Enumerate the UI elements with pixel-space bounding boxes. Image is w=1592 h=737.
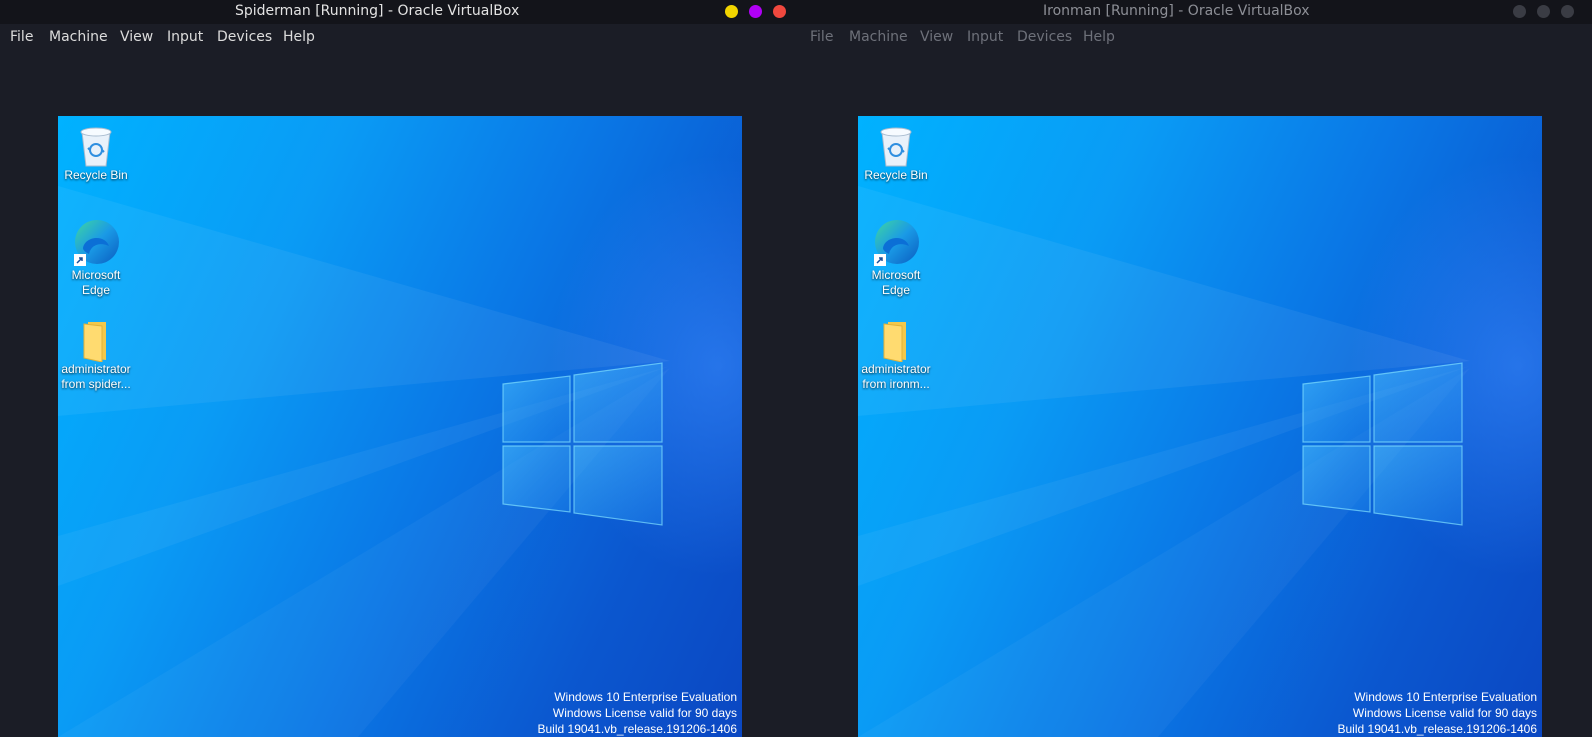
edge-label-line1: Microsoft	[71, 268, 121, 282]
close-button[interactable]	[773, 5, 786, 18]
title-bar[interactable]: Spiderman [Running] - Oracle VirtualBox	[0, 0, 796, 24]
windows-evaluation-watermark: Windows 10 Enterprise Evaluation Windows…	[1338, 689, 1538, 737]
recycle-bin-icon	[80, 127, 112, 167]
desktop-icon-recycle-bin[interactable]: Recycle Bin	[58, 124, 134, 183]
menu-input[interactable]: Input	[167, 29, 203, 45]
menu-help[interactable]: Help	[1083, 29, 1115, 45]
watermark-line: Build 19041.vb_release.191206-1406	[537, 722, 738, 736]
recycle-bin-icon	[880, 127, 912, 167]
vm-display[interactable]: Recycle Bin Microsoft Edge administrator…	[858, 116, 1542, 737]
desktop-icon-folder[interactable]: administrator from ironm...	[858, 320, 934, 392]
menu-view[interactable]: View	[120, 29, 153, 45]
menu-bar: File Machine View Input Devices Help	[0, 24, 796, 52]
menu-machine[interactable]: Machine	[849, 29, 908, 45]
recycle-bin-label: Recycle Bin	[64, 168, 128, 182]
folder-icon	[83, 322, 106, 362]
menu-file[interactable]: File	[810, 29, 833, 45]
desktop-icon-recycle-bin[interactable]: Recycle Bin	[858, 124, 934, 183]
menu-view[interactable]: View	[920, 29, 953, 45]
recycle-bin-label: Recycle Bin	[864, 168, 928, 182]
desktop-icon-edge[interactable]: Microsoft Edge	[58, 218, 134, 298]
window-title: Spiderman [Running] - Oracle VirtualBox	[235, 3, 520, 19]
edge-label-line2: Edge	[81, 283, 111, 297]
window-title: Ironman [Running] - Oracle VirtualBox	[1043, 3, 1310, 19]
menu-devices[interactable]: Devices	[1017, 29, 1072, 45]
desktop-icon-folder[interactable]: administrator from spider...	[58, 320, 134, 392]
watermark-line: Windows License valid for 90 days	[552, 706, 737, 720]
edge-icon	[874, 220, 919, 266]
title-bar[interactable]: Ironman [Running] - Oracle VirtualBox	[796, 0, 1592, 24]
watermark-line: Build 19041.vb_release.191206-1406	[1337, 722, 1538, 736]
menu-devices[interactable]: Devices	[217, 29, 272, 45]
menu-input[interactable]: Input	[967, 29, 1003, 45]
folder-icon	[883, 322, 906, 362]
minimize-button[interactable]	[725, 5, 738, 18]
windows-wallpaper-art	[858, 186, 1470, 737]
maximize-button[interactable]	[749, 5, 762, 18]
folder-label-line2: from spider...	[61, 377, 131, 391]
watermark-line: Windows License valid for 90 days	[1352, 706, 1537, 720]
virtualbox-window-spiderman[interactable]: Spiderman [Running] - Oracle VirtualBox …	[0, 0, 796, 737]
watermark-line: Windows 10 Enterprise Evaluation	[554, 690, 737, 704]
maximize-button[interactable]	[1537, 5, 1550, 18]
menu-machine[interactable]: Machine	[49, 29, 108, 45]
edge-icon	[74, 220, 119, 266]
folder-label-line2: from ironm...	[862, 377, 930, 391]
minimize-button[interactable]	[1513, 5, 1526, 18]
edge-label-line1: Microsoft	[871, 268, 921, 282]
folder-label-line1: administrator	[61, 362, 131, 376]
menu-help[interactable]: Help	[283, 29, 315, 45]
vm-display[interactable]: Recycle Bin Microsoft Edge administrator…	[58, 116, 742, 737]
watermark-line: Windows 10 Enterprise Evaluation	[1354, 690, 1537, 704]
windows-wallpaper-art	[58, 186, 670, 737]
windows-evaluation-watermark: Windows 10 Enterprise Evaluation Windows…	[538, 689, 738, 737]
menu-bar: File Machine View Input Devices Help	[796, 24, 1592, 52]
virtualbox-window-ironman[interactable]: Ironman [Running] - Oracle VirtualBox Fi…	[796, 0, 1592, 737]
close-button[interactable]	[1561, 5, 1574, 18]
edge-label-line2: Edge	[881, 283, 911, 297]
folder-label-line1: administrator	[861, 362, 931, 376]
menu-file[interactable]: File	[10, 29, 33, 45]
desktop-icon-edge[interactable]: Microsoft Edge	[858, 218, 934, 298]
